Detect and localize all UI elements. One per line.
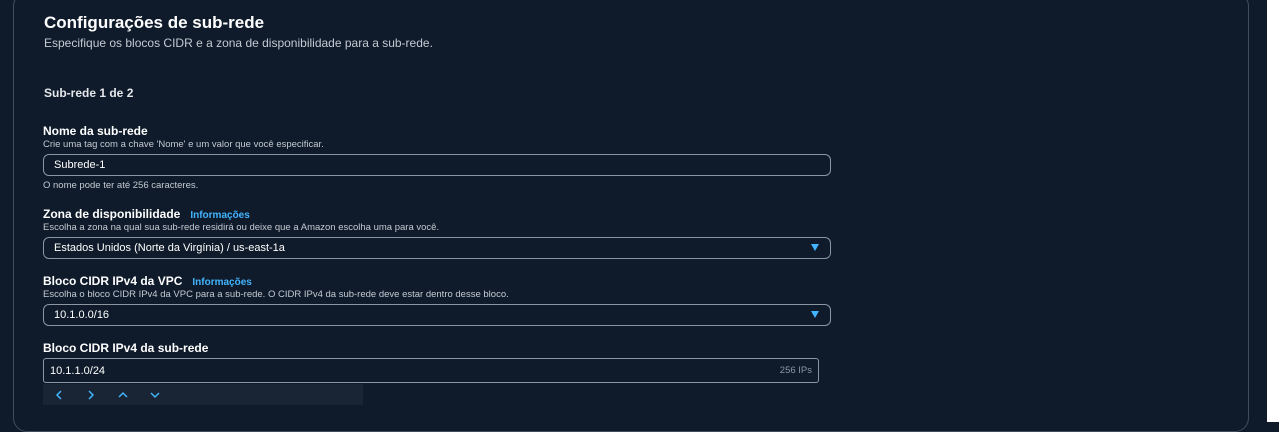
subnet-cidr-input[interactable]: 10.1.1.0/24 256 IPs: [43, 358, 819, 383]
availability-zone-label: Zona de disponibilidade Informações: [43, 207, 250, 221]
availability-zone-label-text: Zona de disponibilidade: [43, 207, 181, 221]
availability-zone-value: Estados Unidos (Norte da Virgínia) / us-…: [54, 242, 285, 254]
availability-zone-info-link[interactable]: Informações: [190, 210, 249, 221]
subnet-name-label-text: Nome da sub-rede: [43, 124, 148, 138]
subnet-subheading: Sub-rede 1 de 2: [44, 86, 134, 100]
caret-down-icon: [811, 311, 819, 318]
chevron-left-icon[interactable]: [43, 384, 75, 405]
subnet-name-text-input[interactable]: [54, 159, 830, 171]
vpc-cidr-label-text: Bloco CIDR IPv4 da VPC: [43, 274, 183, 288]
vpc-cidr-hint: Escolha o bloco CIDR IPv4 da VPC para a …: [43, 289, 509, 300]
subnet-cidr-label-text: Bloco CIDR IPv4 da sub-rede: [43, 341, 209, 355]
vpc-cidr-label: Bloco CIDR IPv4 da VPC Informações: [43, 274, 252, 288]
chevron-down-icon[interactable]: [139, 384, 171, 405]
vpc-cidr-select[interactable]: 10.1.0.0/16: [43, 304, 831, 326]
caret-down-icon: [811, 244, 819, 251]
subnet-name-constraint: O nome pode ter até 256 caracteres.: [43, 180, 199, 191]
cidr-stepper-controls: [43, 384, 363, 405]
vpc-cidr-value: 10.1.0.0/16: [54, 309, 110, 321]
availability-zone-hint: Escolha a zona na qual sua sub-rede resi…: [43, 222, 440, 233]
subnet-name-hint: Crie uma tag com a chave 'Nome' e um val…: [43, 139, 324, 150]
vpc-cidr-info-link[interactable]: Informações: [192, 277, 251, 288]
page-scrollbar[interactable]: [1267, 0, 1279, 422]
availability-zone-select[interactable]: Estados Unidos (Norte da Virgínia) / us-…: [43, 237, 831, 259]
page-title: Configurações de sub-rede: [44, 13, 265, 32]
section-description: Especifique os blocos CIDR e a zona de d…: [44, 36, 433, 50]
subnet-cidr-value[interactable]: 10.1.1.0/24: [50, 365, 105, 377]
chevron-right-icon[interactable]: [75, 384, 107, 405]
subnet-name-input[interactable]: [43, 154, 831, 176]
subnet-name-label: Nome da sub-rede: [43, 124, 148, 138]
subnet-cidr-ip-count: 256 IPs: [779, 365, 812, 376]
chevron-up-icon[interactable]: [107, 384, 139, 405]
subnet-cidr-label: Bloco CIDR IPv4 da sub-rede: [43, 341, 208, 355]
